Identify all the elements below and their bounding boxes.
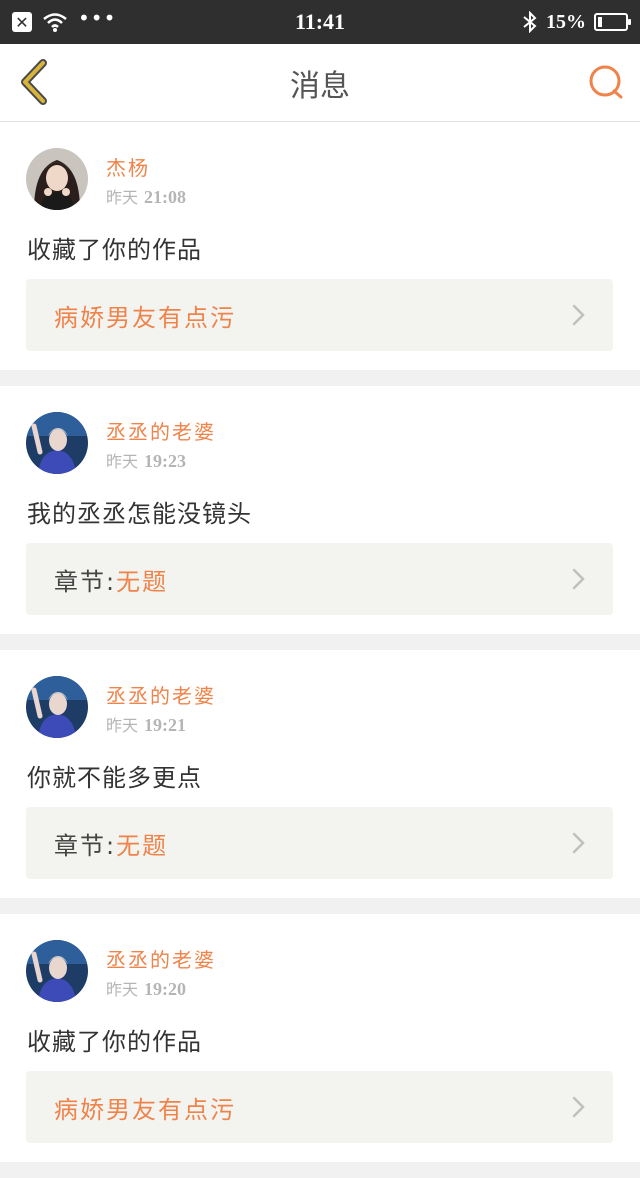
more-dots-icon: ••• <box>78 6 117 30</box>
search-icon <box>589 65 623 99</box>
timestamp-day: 昨天 <box>106 980 139 999</box>
avatar[interactable] <box>26 412 88 474</box>
avatar[interactable] <box>26 148 88 210</box>
timestamp: 昨天 19:20 <box>106 976 186 1000</box>
ref-title: 无题 <box>116 831 169 860</box>
ref-prefix: 章节: <box>54 831 117 860</box>
timestamp-day: 昨天 <box>106 188 139 207</box>
battery-icon <box>594 13 631 31</box>
message-card: 丞丞的老婆 昨天 19:20 收藏了你的作品 病娇男友有点污 <box>0 914 640 1162</box>
status-left: ✕ ••• <box>12 8 212 32</box>
message-text: 我的丞丞怎能没镜头 <box>27 500 252 528</box>
chevron-right-icon <box>572 832 585 854</box>
message-card: 丞丞的老婆 昨天 19:21 你就不能多更点 章节:无题 <box>0 650 640 898</box>
timestamp: 昨天 21:08 <box>106 184 186 208</box>
ref-title: 病娇男友有点污 <box>54 303 236 332</box>
chevron-right-icon <box>572 1096 585 1118</box>
message-feed: 杰杨 昨天 21:08 收藏了你的作品 病娇男友有点污 丞丞的老婆 昨天 19:… <box>0 122 640 1178</box>
ref-title: 无题 <box>116 567 169 596</box>
timestamp-day: 昨天 <box>106 452 139 471</box>
page-title: 消息 <box>290 69 350 104</box>
chapter-link[interactable]: 章节:无题 <box>26 807 613 879</box>
work-link[interactable]: 病娇男友有点污 <box>26 1071 613 1143</box>
girl-avatar-image <box>26 148 88 210</box>
avatar[interactable] <box>26 676 88 738</box>
message-card: 杰杨 昨天 21:08 收藏了你的作品 病娇男友有点污 <box>0 122 640 370</box>
ref-title: 病娇男友有点污 <box>54 1095 236 1124</box>
status-bar: ✕ ••• 11:41 15% <box>0 0 640 44</box>
timestamp: 昨天 19:23 <box>106 448 186 472</box>
battery-level <box>598 17 602 27</box>
timestamp-day: 昨天 <box>106 716 139 735</box>
message-text: 收藏了你的作品 <box>27 1028 202 1056</box>
boy-blue-avatar-image <box>26 412 88 474</box>
wifi-icon <box>43 13 67 32</box>
message-text: 你就不能多更点 <box>27 764 202 792</box>
timestamp-clock: 19:20 <box>144 979 187 999</box>
bluetooth-icon <box>523 11 537 33</box>
status-time: 11:41 <box>294 9 346 34</box>
username[interactable]: 丞丞的老婆 <box>106 416 216 445</box>
chapter-link-text: 章节:无题 <box>54 562 168 597</box>
username[interactable]: 杰杨 <box>106 152 150 181</box>
battery-percent: 15% <box>546 10 586 33</box>
boy-blue-avatar-image <box>26 940 88 1002</box>
work-link-text: 病娇男友有点污 <box>54 298 236 333</box>
close-box-icon: ✕ <box>12 12 32 32</box>
timestamp-clock: 19:23 <box>144 451 187 471</box>
username[interactable]: 丞丞的老婆 <box>106 944 216 973</box>
chevron-right-icon <box>572 304 585 326</box>
avatar[interactable] <box>26 940 88 1002</box>
work-link-text: 病娇男友有点污 <box>54 1090 236 1125</box>
chapter-link[interactable]: 章节:无题 <box>26 543 613 615</box>
nav-bar: 消息 <box>0 44 640 122</box>
message-text: 收藏了你的作品 <box>27 236 202 264</box>
chapter-link-text: 章节:无题 <box>54 826 168 861</box>
timestamp: 昨天 19:21 <box>106 712 186 736</box>
username[interactable]: 丞丞的老婆 <box>106 680 216 709</box>
work-link[interactable]: 病娇男友有点污 <box>26 279 613 351</box>
chevron-right-icon <box>572 568 585 590</box>
timestamp-clock: 21:08 <box>144 187 187 207</box>
timestamp-clock: 19:21 <box>144 715 187 735</box>
boy-blue-avatar-image <box>26 676 88 738</box>
status-right: 15% <box>428 10 631 34</box>
ref-prefix: 章节: <box>54 567 117 596</box>
message-card: 丞丞的老婆 昨天 19:23 我的丞丞怎能没镜头 章节:无题 <box>0 386 640 634</box>
search-button[interactable] <box>586 62 626 102</box>
